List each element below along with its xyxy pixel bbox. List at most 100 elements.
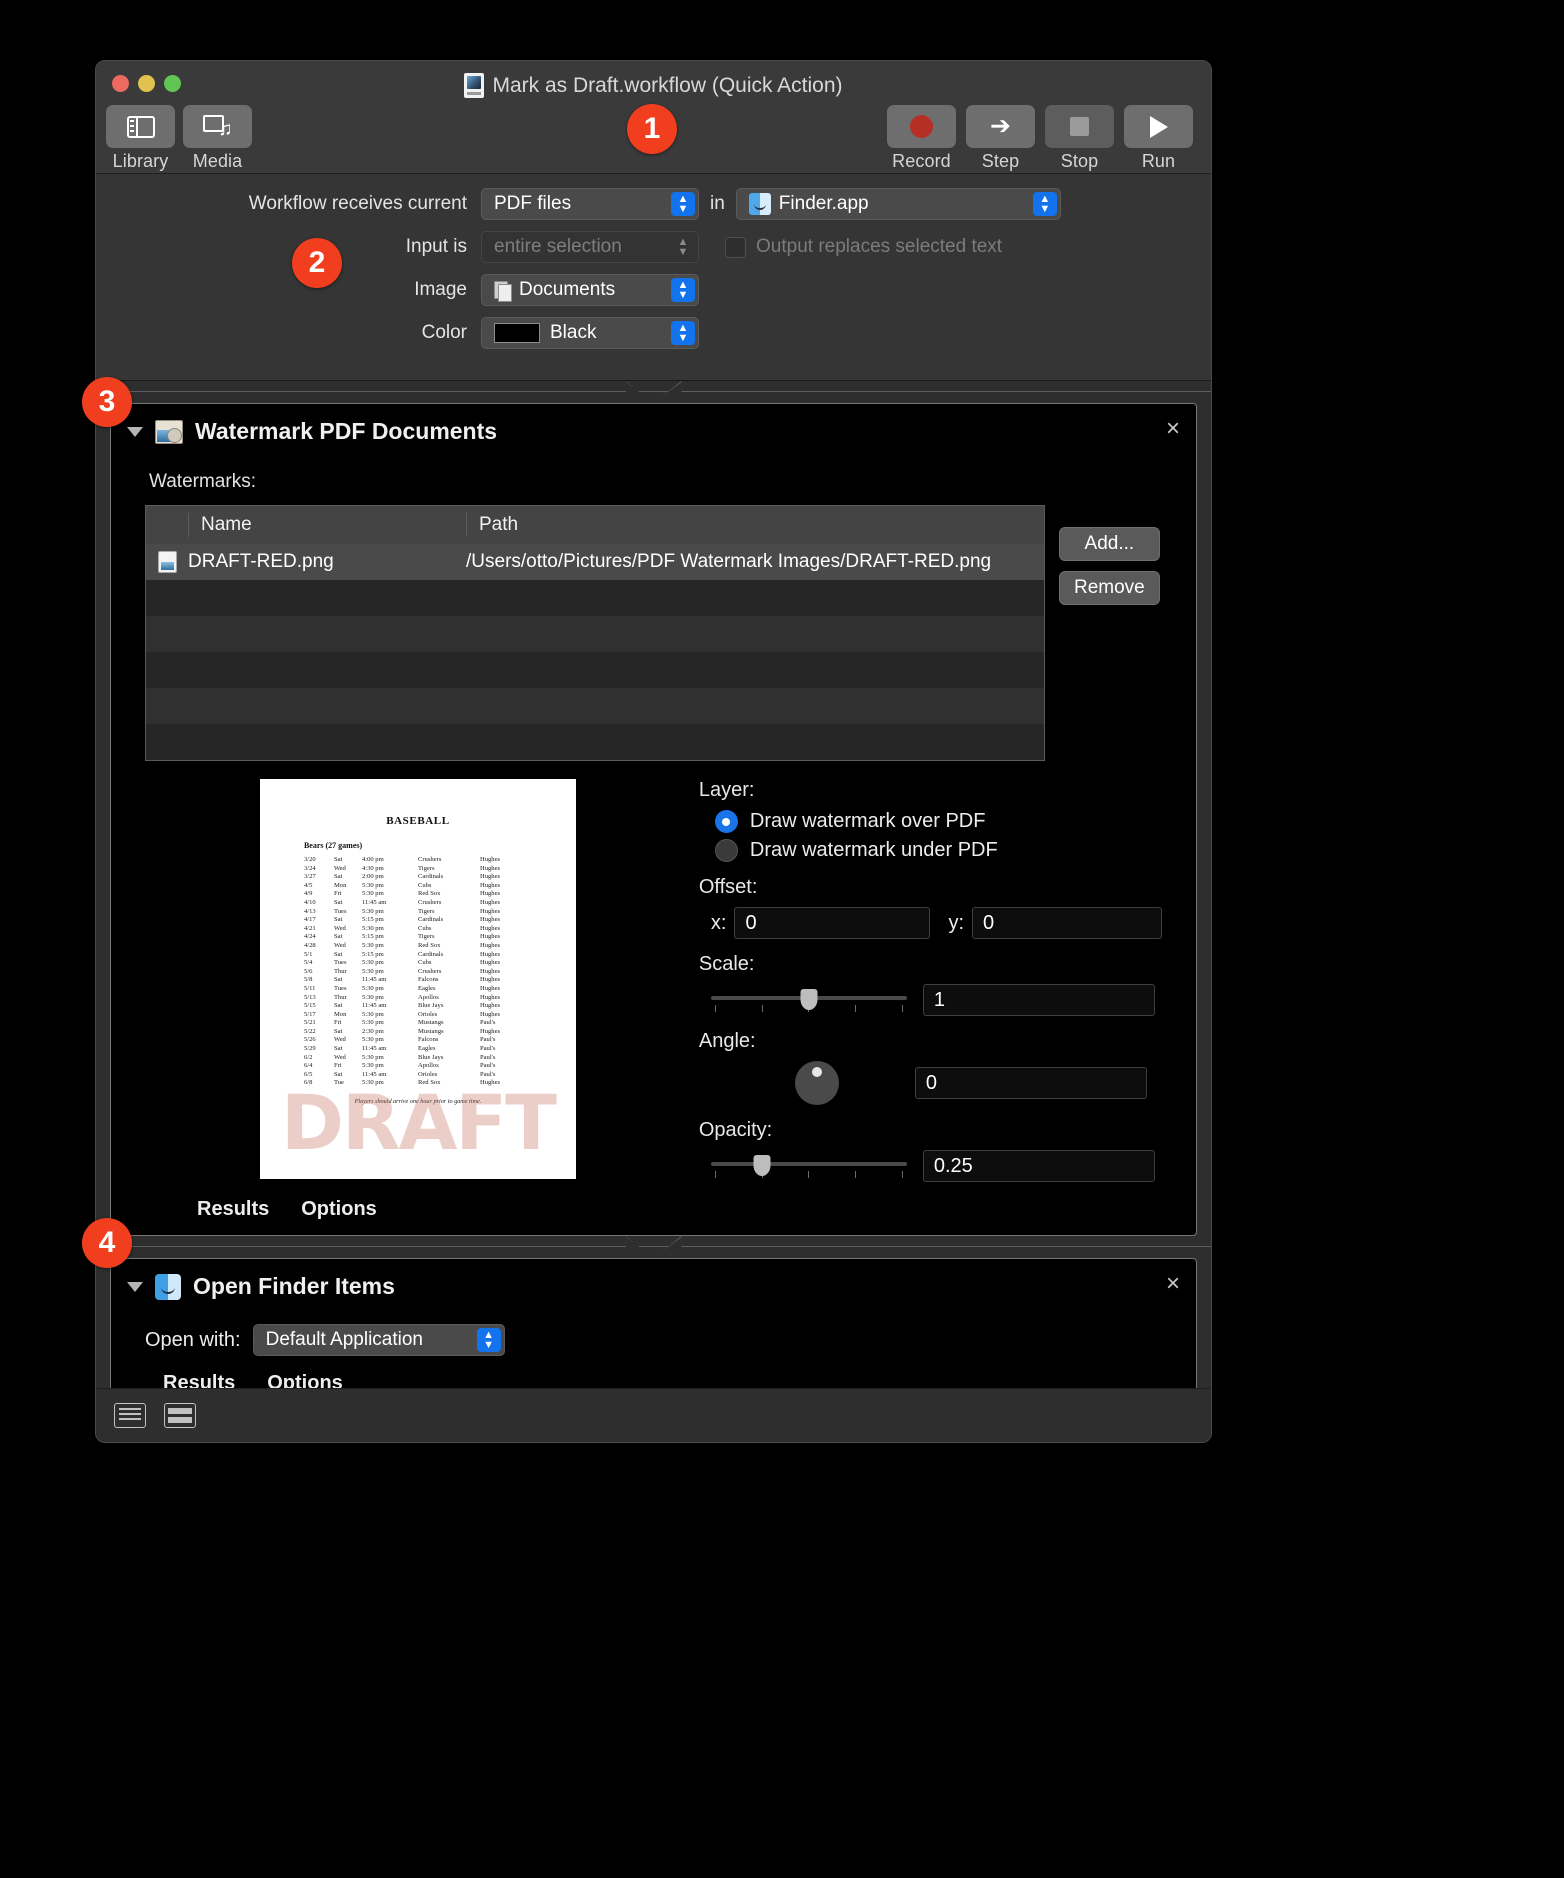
- chevron-updown-icon: ▲ ▼: [476, 1328, 501, 1352]
- table-empty-row[interactable]: [146, 580, 1044, 616]
- preview-schedule-row: 4/24 Sat 5:15 pm Tigers Hughes: [303, 933, 501, 941]
- table-empty-row[interactable]: [146, 652, 1044, 688]
- watermarks-table-area: Name Path DRAFT-RED.png /Users/otto/Pict…: [145, 505, 1162, 761]
- workflow-document-icon: [464, 73, 485, 98]
- offset-y-input[interactable]: 0: [972, 907, 1162, 939]
- offset-row: x: 0 y: 0: [711, 907, 1162, 939]
- pdf-preview[interactable]: BASEBALL Bears (27 games) 3/20 Sat 4:00 pm…: [259, 779, 576, 1179]
- input-is-dropdown[interactable]: entire selection ▲ ▼: [481, 231, 699, 263]
- opacity-label: Opacity:: [698, 1119, 773, 1141]
- layer-option-over[interactable]: Draw watermark over PDF: [714, 810, 1162, 833]
- preview-schedule-row: 5/1 Sat 5:15 pm Cardinals Hughes: [303, 950, 501, 958]
- opacity-slider-knob[interactable]: [753, 1155, 771, 1176]
- close-icon[interactable]: ×: [1166, 1272, 1180, 1296]
- output-replaces-checkbox[interactable]: [725, 236, 746, 258]
- record-icon: [910, 115, 933, 138]
- callout-badge-2: 2: [292, 238, 342, 288]
- opacity-input[interactable]: 0.25: [922, 1150, 1155, 1182]
- add-button[interactable]: Add...: [1059, 527, 1160, 561]
- toolbar-step-label: Step: [981, 151, 1020, 171]
- disclosure-triangle-icon[interactable]: [127, 426, 143, 437]
- preview-watermark-text: DRAFT: [280, 1078, 557, 1167]
- radio-over-icon[interactable]: [714, 810, 738, 833]
- split-view-icon[interactable]: [164, 1403, 196, 1428]
- scale-label: Scale:: [698, 953, 755, 975]
- table-row[interactable]: DRAFT-RED.png /Users/otto/Pictures/PDF W…: [146, 544, 1044, 580]
- close-icon[interactable]: ×: [1166, 417, 1180, 441]
- table-empty-row[interactable]: [146, 724, 1044, 760]
- toolbar-right-group: Record ➔ Step Stop Run: [887, 105, 1193, 172]
- row-name: DRAFT-RED.png: [188, 551, 334, 572]
- scale-slider-knob[interactable]: [800, 989, 818, 1010]
- toolbar-run-label: Run: [1141, 151, 1176, 171]
- disclosure-triangle-icon[interactable]: [127, 1281, 143, 1292]
- watermarks-table: Name Path DRAFT-RED.png /Users/otto/Pict…: [145, 505, 1045, 761]
- color-dropdown[interactable]: Black ▲ ▼: [481, 317, 699, 349]
- preview-schedule-row: 4/17 Sat 5:15 pm Cardinals Hughes: [303, 916, 501, 924]
- opacity-row: 0.25: [699, 1150, 1162, 1182]
- toolbar-stop-button[interactable]: Stop: [1045, 105, 1114, 172]
- open-with-row: Open with: Default Application ▲ ▼: [145, 1324, 1162, 1356]
- opacity-slider-track: [710, 1162, 907, 1166]
- preview-schedule-row: 4/9 Fri 5:30 pm Red Sox Hughes: [303, 890, 501, 898]
- preview-schedule-row: 5/8 Sat 11:45 am Falcons Hughes: [303, 976, 501, 984]
- offset-x-input[interactable]: 0: [734, 907, 931, 939]
- connector-notch-icon: [625, 381, 682, 403]
- layer-under-label: Draw watermark under PDF: [749, 839, 998, 861]
- log-view-icon[interactable]: [114, 1403, 146, 1428]
- toolbar-library-button[interactable]: Library: [106, 105, 175, 172]
- finder-results-bar: Results Options: [145, 1356, 1162, 1388]
- toolbar-media-button[interactable]: ♫ Media: [183, 105, 252, 172]
- table-empty-row[interactable]: [146, 616, 1044, 652]
- preview-schedule-row: 6/2 Wed 5:30 pm Blue Jays Paul's: [303, 1053, 496, 1061]
- watermark-options-button[interactable]: Options: [301, 1198, 377, 1221]
- table-header-name[interactable]: Name: [188, 513, 466, 537]
- chevron-updown-icon: ▲ ▼: [671, 278, 695, 302]
- output-replaces-row[interactable]: Output replaces selected text: [725, 236, 1002, 258]
- preview-schedule-row: 5/6 Thur 5:30 pm Crushers Hughes: [303, 967, 501, 975]
- input-is-value: entire selection: [494, 236, 622, 257]
- offset-label: Offset:: [698, 876, 758, 898]
- finder-card-header[interactable]: Open Finder Items ×: [111, 1259, 1196, 1310]
- toolbar-record-button[interactable]: Record: [887, 105, 956, 172]
- preview-schedule-row: 4/5 Mon 5:30 pm Cubs Hughes: [303, 881, 501, 889]
- chevron-updown-icon: ▲ ▼: [671, 321, 695, 345]
- receives-app-dropdown[interactable]: Finder.app ▲ ▼: [735, 188, 1061, 220]
- finder-options-button[interactable]: Options: [267, 1372, 343, 1388]
- workflow-receives-panel: Workflow receives current PDF files ▲ ▼ i…: [96, 174, 1211, 381]
- preview-schedule-row: 5/15 Sat 11:45 am Blue Jays Hughes: [303, 1002, 501, 1010]
- toolbar-media-label: Media: [192, 151, 243, 171]
- angle-dial[interactable]: [794, 1061, 839, 1105]
- image-dropdown[interactable]: Documents ▲ ▼: [481, 274, 699, 306]
- preview-schedule-row: 4/21 Wed 5:30 pm Cubs Hughes: [303, 924, 501, 932]
- input-is-label: Input is: [405, 236, 467, 257]
- chevron-updown-icon: ▲ ▼: [677, 236, 689, 258]
- watermark-results-button[interactable]: Results: [197, 1198, 269, 1221]
- toolbar-step-button[interactable]: ➔ Step: [966, 105, 1035, 172]
- scale-input[interactable]: 1: [922, 984, 1155, 1016]
- receives-type-dropdown[interactable]: PDF files ▲ ▼: [481, 188, 699, 220]
- table-empty-row[interactable]: [146, 688, 1044, 724]
- open-with-dropdown[interactable]: Default Application ▲ ▼: [252, 1324, 505, 1356]
- watermark-card-title: Watermark PDF Documents: [195, 418, 498, 444]
- toolbar-run-button[interactable]: Run: [1124, 105, 1193, 172]
- remove-button[interactable]: Remove: [1059, 571, 1160, 605]
- receives-row-image: Image Documents ▲ ▼: [96, 274, 1211, 306]
- documents-icon: [494, 280, 512, 302]
- callout-badge-3: 3: [82, 377, 132, 427]
- radio-under-icon[interactable]: [714, 839, 738, 862]
- watermark-card-header[interactable]: Watermark PDF Documents ×: [111, 404, 1196, 455]
- action-card-watermark-pdf: Watermark PDF Documents × Watermarks: Na…: [110, 403, 1197, 1236]
- preview-team: Bears (27 games): [303, 841, 363, 850]
- opacity-slider[interactable]: [710, 1151, 907, 1181]
- in-word-label: in: [710, 193, 725, 214]
- color-swatch: [494, 323, 540, 343]
- layer-option-under[interactable]: Draw watermark under PDF: [714, 839, 1162, 862]
- scale-slider[interactable]: [710, 985, 907, 1015]
- receives-app-value: Finder.app: [778, 193, 869, 214]
- toolbar-record-label: Record: [892, 151, 951, 171]
- finder-results-button[interactable]: Results: [163, 1372, 235, 1388]
- preview-schedule: 3/20 Sat 4:00 pm Crushers Hughes 3/24 Wed 4:30 …: [304, 856, 576, 1088]
- angle-input[interactable]: 0: [914, 1067, 1147, 1099]
- table-header-path[interactable]: Path: [466, 513, 1044, 537]
